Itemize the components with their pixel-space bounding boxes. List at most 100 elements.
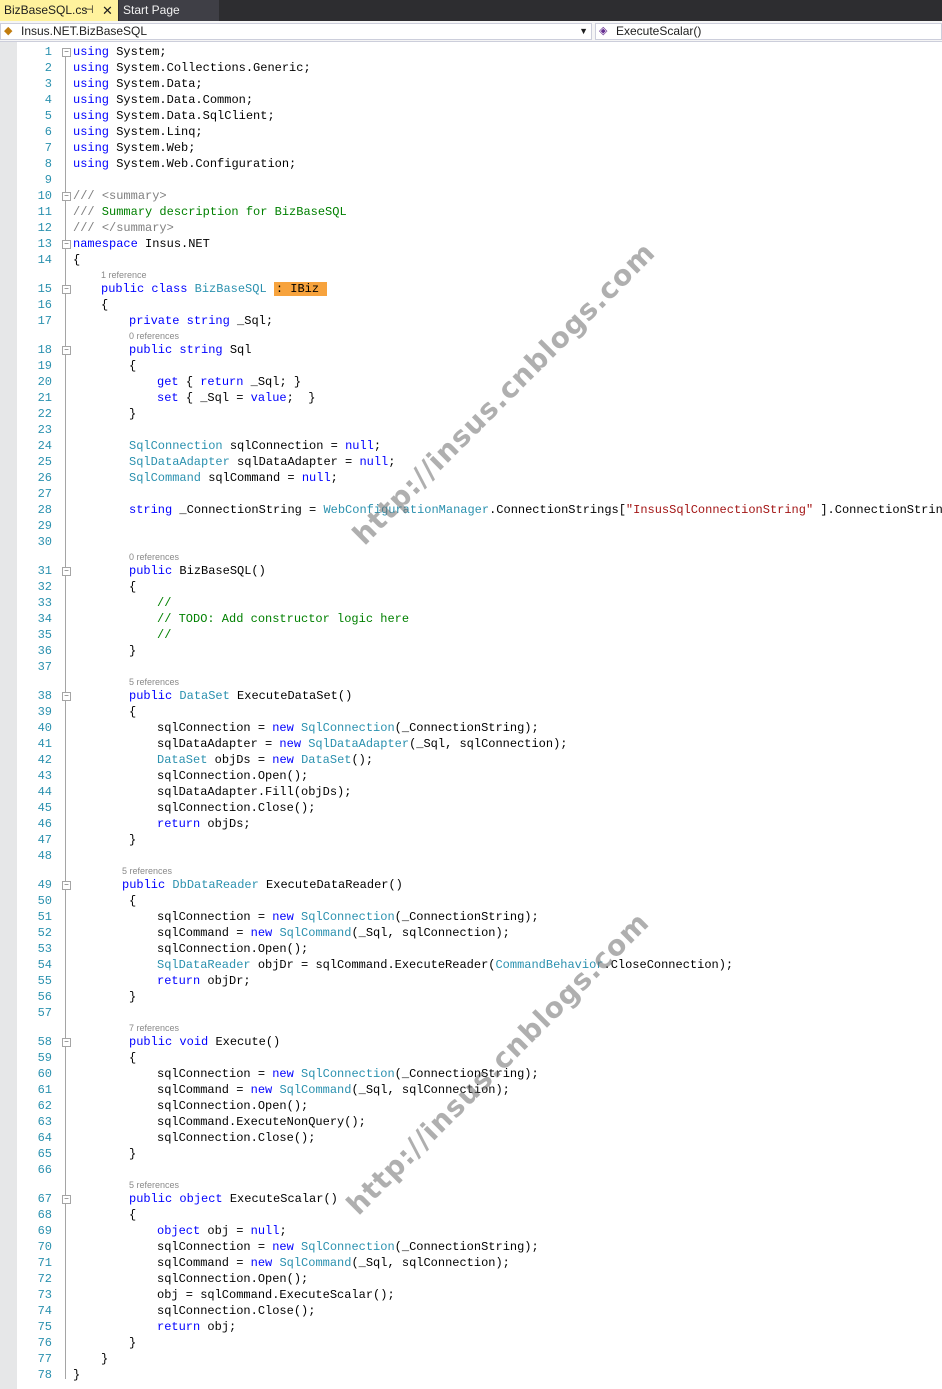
line-number: 14 xyxy=(37,253,52,267)
code-token: System.Data.Common; xyxy=(116,93,254,107)
codelens-references[interactable]: 5 references xyxy=(122,865,172,877)
codelens-references[interactable]: 5 references xyxy=(129,676,179,688)
code-line: 74 sqlConnection.Close(); xyxy=(0,1303,942,1319)
line-number: 29 xyxy=(37,519,52,533)
code-token: System.Web; xyxy=(116,141,196,155)
line-number: 32 xyxy=(37,580,52,594)
collapse-icon[interactable]: − xyxy=(62,567,71,576)
code-token: System.Web.Configuration; xyxy=(116,157,297,171)
code-token: (); xyxy=(351,753,374,767)
code-token: Execute() xyxy=(215,1035,281,1049)
code-line: 5 using System.Data.SqlClient; xyxy=(0,108,942,124)
tab-bizbasesql-cs[interactable]: BizBaseSQL.cs ⊣ ✕ xyxy=(0,0,118,21)
code-token: </summary> xyxy=(101,221,174,235)
code-text: obj = sqlCommand.ExecuteScalar(); xyxy=(157,1287,395,1303)
code-text: sqlConnection.Open(); xyxy=(157,1271,308,1287)
line-number: 75 xyxy=(37,1320,52,1334)
collapse-icon[interactable]: − xyxy=(62,1038,71,1047)
code-text: sqlConnection.Open(); xyxy=(157,768,308,784)
line-number: 78 xyxy=(37,1368,52,1382)
line-number: 8 xyxy=(44,157,52,171)
line-number: 1 xyxy=(44,45,52,59)
line-number: 36 xyxy=(37,644,52,658)
type-scope-dropdown[interactable]: ◆ Insus.NET.BizBaseSQL ▼ xyxy=(0,23,592,40)
code-token: sqlConnection.Open(); xyxy=(157,769,309,783)
line-number: 63 xyxy=(37,1115,52,1129)
code-token: sqlConnection.Open(); xyxy=(157,942,309,956)
code-token: ; xyxy=(330,471,338,485)
code-text: using System.Web.Configuration; xyxy=(73,156,296,172)
code-token: new xyxy=(272,753,294,767)
line-number: 76 xyxy=(37,1336,52,1350)
code-token: sqlConnection.Open(); xyxy=(157,1099,309,1113)
code-text: sqlCommand = new SqlCommand(_Sql, sqlCon… xyxy=(157,925,510,941)
collapse-icon[interactable]: − xyxy=(62,240,71,249)
code-token: sqlConnection.Close(); xyxy=(157,1131,316,1145)
code-token: public xyxy=(129,564,173,578)
code-text: sqlConnection.Close(); xyxy=(157,800,315,816)
code-token: { xyxy=(129,580,137,594)
member-scope-dropdown[interactable]: ◈ ExecuteScalar() xyxy=(595,23,942,40)
collapse-icon[interactable]: − xyxy=(62,48,71,57)
code-line: 56} xyxy=(0,989,942,1005)
collapse-icon[interactable]: − xyxy=(62,881,71,890)
codelens-references[interactable]: 0 references xyxy=(129,330,179,342)
chevron-down-icon[interactable]: ▼ xyxy=(579,24,588,39)
code-token: object xyxy=(157,1224,201,1238)
code-token: System.Data; xyxy=(116,77,203,91)
code-text: public string Sql xyxy=(129,342,251,358)
code-token: "InsusSqlConnectionString" xyxy=(625,503,814,517)
code-line: 4 using System.Data.Common; xyxy=(0,92,942,108)
code-token: null xyxy=(345,439,374,453)
collapse-icon[interactable]: − xyxy=(62,285,71,294)
code-token: sqlConnection = xyxy=(157,1240,266,1254)
code-token: new xyxy=(272,721,294,735)
code-text: using System.Linq; xyxy=(73,124,203,140)
code-token: object xyxy=(179,1192,223,1206)
code-line: 47} xyxy=(0,832,942,848)
code-token: new xyxy=(272,1067,294,1081)
code-token: { xyxy=(185,375,194,389)
codelens-references[interactable]: 7 references xyxy=(129,1022,179,1034)
line-number: 69 xyxy=(37,1224,52,1238)
code-token: public xyxy=(129,1035,173,1049)
code-token: /// xyxy=(73,221,95,235)
code-token: null xyxy=(301,471,331,485)
code-token: sqlConnection = xyxy=(157,910,266,924)
line-number: 44 xyxy=(37,785,52,799)
code-line: 43 sqlConnection.Open(); xyxy=(0,768,942,784)
codelens-references[interactable]: 0 references xyxy=(129,551,179,563)
code-line: 69 object obj = null; xyxy=(0,1223,942,1239)
code-editor[interactable]: 1− using System; 2 using System.Collections… xyxy=(0,42,942,1389)
code-token: public xyxy=(122,878,166,892)
line-number: 4 xyxy=(44,93,52,107)
code-text: { xyxy=(101,297,108,313)
code-token: <summary> xyxy=(101,189,167,203)
code-text: return obj; xyxy=(157,1319,236,1335)
code-token: objDr; xyxy=(207,974,251,988)
code-token: new xyxy=(250,1083,273,1097)
code-text: } xyxy=(129,989,136,1005)
codelens-references[interactable]: 1 reference xyxy=(101,269,147,281)
code-text: using System.Web; xyxy=(73,140,195,156)
collapse-icon[interactable]: − xyxy=(62,192,71,201)
line-number: 49 xyxy=(37,878,52,892)
code-token: public xyxy=(101,282,145,296)
codelens-references[interactable]: 5 references xyxy=(129,1179,179,1191)
code-text: public DbDataReader ExecuteDataReader() xyxy=(122,877,403,893)
code-text: { xyxy=(129,579,136,595)
code-text: { xyxy=(129,704,136,720)
code-token: { xyxy=(129,1208,137,1222)
pin-icon[interactable]: ⊣ xyxy=(84,0,94,21)
line-number: 74 xyxy=(37,1304,52,1318)
collapse-icon[interactable]: − xyxy=(62,1195,71,1204)
code-token: { xyxy=(73,253,81,267)
tab-start-page[interactable]: Start Page xyxy=(119,0,219,21)
code-token: (_Sql, sqlConnection); xyxy=(351,926,510,940)
type-scope-value: Insus.NET.BizBaseSQL xyxy=(21,24,148,38)
code-token: } xyxy=(129,1336,137,1350)
close-icon[interactable]: ✕ xyxy=(102,0,113,21)
collapse-icon[interactable]: − xyxy=(62,346,71,355)
collapse-icon[interactable]: − xyxy=(62,692,71,701)
